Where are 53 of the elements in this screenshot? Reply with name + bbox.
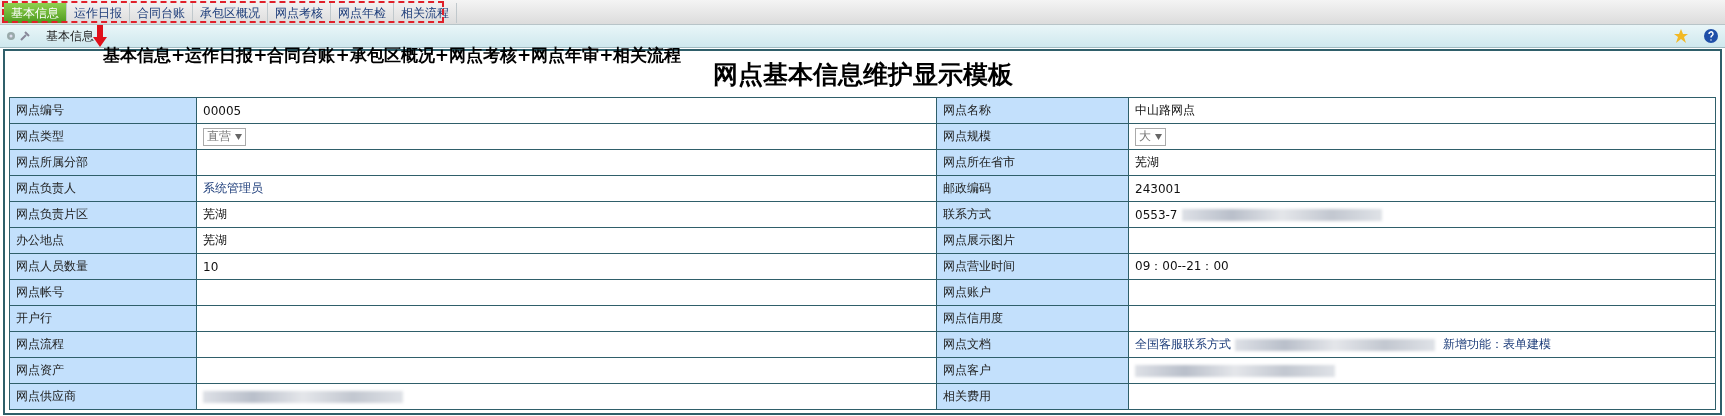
caret-icon <box>235 133 242 140</box>
arrow-icon <box>93 25 107 47</box>
field-value: 芜湖 <box>1135 155 1159 169</box>
field-label: 网点资产 <box>9 357 197 384</box>
field-label: 网点规模 <box>936 123 1129 150</box>
tab[interactable]: 网点考核 <box>268 3 331 23</box>
field-label: 网点信用度 <box>936 305 1129 332</box>
field-value: 0553-7 <box>1135 207 1178 222</box>
field-label: 网点供应商 <box>9 383 197 410</box>
field-link[interactable]: 全国客服联系方式 <box>1135 337 1231 351</box>
wrench-icon[interactable] <box>20 31 30 41</box>
field-link[interactable]: 新增功能：表单建模 <box>1443 337 1551 351</box>
field-label: 网点所属分部 <box>9 149 197 176</box>
field-label: 网点所在省市 <box>936 149 1129 176</box>
field-label: 网点流程 <box>9 331 197 358</box>
field-label: 网点展示图片 <box>936 227 1129 254</box>
page-title: 网点基本信息维护显示模板 <box>712 58 1013 91</box>
field-label: 网点文档 <box>936 331 1129 358</box>
tab[interactable]: 合同台账 <box>130 3 193 23</box>
help-icon[interactable] <box>1703 28 1719 44</box>
field-value: 09：00--21：00 <box>1135 259 1229 273</box>
field-label: 网点客户 <box>936 357 1129 384</box>
gear-icon[interactable] <box>6 31 16 41</box>
select-field[interactable]: 大 <box>1135 127 1166 146</box>
field-label: 网点帐号 <box>9 279 197 306</box>
field-label: 网点编号 <box>9 97 197 124</box>
field-value: 00005 <box>203 103 242 118</box>
field-value: 10 <box>203 259 219 274</box>
caret-icon <box>1155 133 1162 140</box>
star-icon[interactable] <box>1673 28 1689 44</box>
field-label: 网点人员数量 <box>9 253 197 280</box>
tab[interactable]: 网点年检 <box>331 3 394 23</box>
breadcrumb: 基本信息 <box>46 27 94 45</box>
field-value: 芜湖 <box>203 207 227 221</box>
field-label: 网点类型 <box>9 123 197 150</box>
field-label: 开户行 <box>9 305 197 332</box>
field-value: 243001 <box>1135 181 1181 196</box>
field-label: 网点负责片区 <box>9 201 197 228</box>
tab[interactable]: 承包区概况 <box>193 3 268 23</box>
field-label: 联系方式 <box>936 201 1129 228</box>
field-label: 邮政编码 <box>936 175 1129 202</box>
field-label: 网点负责人 <box>9 175 197 202</box>
field-label: 相关费用 <box>936 383 1129 410</box>
field-label: 办公地点 <box>9 227 197 254</box>
field-link[interactable]: 系统管理员 <box>203 181 263 195</box>
annotation-text: 基本信息+运作日报+合同台账+承包区概况+网点考核+网点年审+相关流程 <box>103 44 682 67</box>
field-label: 网点名称 <box>936 97 1129 124</box>
tab[interactable]: 运作日报 <box>67 3 130 23</box>
select-field[interactable]: 直营 <box>203 127 246 146</box>
field-label: 网点营业时间 <box>936 253 1129 280</box>
field-value: 中山路网点 <box>1135 103 1195 117</box>
field-label: 网点账户 <box>936 279 1129 306</box>
field-value: 芜湖 <box>203 233 227 247</box>
